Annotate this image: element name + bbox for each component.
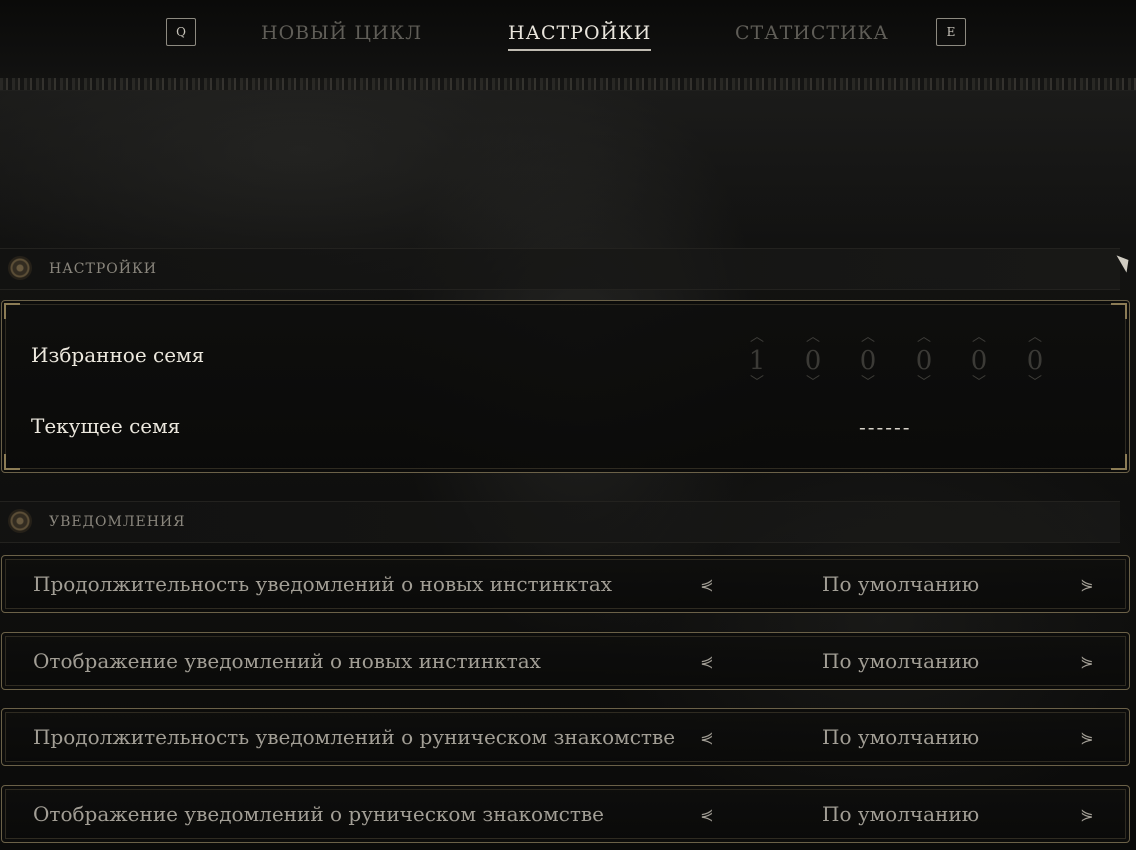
seed-digit-value: 0 xyxy=(1026,346,1044,376)
option-label: Отображение уведомлений о руническом зна… xyxy=(33,802,604,826)
notifications-section-header: УВЕДОМЛЕНИЯ xyxy=(0,501,1120,543)
seed-digit-value: 0 xyxy=(915,346,933,376)
double-chevron-left-icon[interactable]: ⋞ xyxy=(692,804,722,824)
header-backdrop xyxy=(0,90,1136,240)
corner-ornament xyxy=(1111,454,1127,470)
seed-digit-1[interactable]: ︿ 1 ﹀ xyxy=(742,330,772,390)
double-chevron-left-icon[interactable]: ⋞ xyxy=(692,574,722,594)
option-label: Продолжительность уведомлений о руническ… xyxy=(33,725,676,749)
seed-digit-4[interactable]: ︿ 0 ﹀ xyxy=(909,330,939,390)
chevron-down-icon[interactable]: ﹀ xyxy=(968,376,990,390)
seed-digit-value: 0 xyxy=(804,346,822,376)
ornate-circle-icon xyxy=(8,256,32,280)
chevron-up-icon[interactable]: ︿ xyxy=(968,330,990,344)
double-chevron-right-icon[interactable]: ⋟ xyxy=(1072,651,1102,671)
ornate-circle-icon xyxy=(8,509,32,533)
chevron-down-icon[interactable]: ﹀ xyxy=(913,376,935,390)
next-tab-key-hint[interactable]: E xyxy=(936,18,966,46)
seed-panel xyxy=(1,300,1130,473)
seed-digit-value: 0 xyxy=(859,346,877,376)
option-label: Отображение уведомлений о новых инстинкт… xyxy=(33,649,541,673)
section-title: НАСТРОЙКИ xyxy=(49,261,158,277)
chevron-down-icon[interactable]: ﹀ xyxy=(1024,376,1046,390)
tab-settings[interactable]: НАСТРОЙКИ xyxy=(508,22,652,51)
tab-new-cycle[interactable]: НОВЫЙ ЦИКЛ xyxy=(261,22,422,44)
chevron-up-icon[interactable]: ︿ xyxy=(746,330,768,344)
settings-section-header: НАСТРОЙКИ xyxy=(0,248,1120,290)
seed-digit-3[interactable]: ︿ 0 ﹀ xyxy=(853,330,883,390)
tab-statistics[interactable]: СТАТИСТИКА xyxy=(735,22,889,44)
corner-ornament xyxy=(1111,303,1127,319)
option-row[interactable]: Продолжительность уведомлений о руническ… xyxy=(1,708,1130,766)
seed-digit-5[interactable]: ︿ 0 ﹀ xyxy=(964,330,994,390)
option-value: По умолчанию xyxy=(822,649,980,673)
double-chevron-left-icon[interactable]: ⋞ xyxy=(692,651,722,671)
chevron-up-icon[interactable]: ︿ xyxy=(857,330,879,344)
current-seed-label: Текущее семя xyxy=(31,414,181,438)
chevron-down-icon[interactable]: ﹀ xyxy=(746,376,768,390)
option-value: По умолчанию xyxy=(822,725,980,749)
favorite-seed-label: Избранное семя xyxy=(31,343,205,367)
seed-digit-value: 0 xyxy=(970,346,988,376)
top-navigation: Q НОВЫЙ ЦИКЛ НАСТРОЙКИ СТАТИСТИКА E xyxy=(0,0,1136,80)
chevron-down-icon[interactable]: ﹀ xyxy=(857,376,879,390)
current-seed-value: ------ xyxy=(859,415,912,439)
chevron-up-icon[interactable]: ︿ xyxy=(913,330,935,344)
double-chevron-right-icon[interactable]: ⋟ xyxy=(1072,727,1102,747)
option-row[interactable]: Отображение уведомлений о новых инстинкт… xyxy=(1,632,1130,690)
seed-digit-6[interactable]: ︿ 0 ﹀ xyxy=(1020,330,1050,390)
double-chevron-right-icon[interactable]: ⋟ xyxy=(1072,804,1102,824)
option-value: По умолчанию xyxy=(822,572,980,596)
chevron-down-icon[interactable]: ﹀ xyxy=(802,376,824,390)
option-row[interactable]: Отображение уведомлений о руническом зна… xyxy=(1,785,1130,843)
double-chevron-right-icon[interactable]: ⋟ xyxy=(1072,574,1102,594)
section-title: УВЕДОМЛЕНИЯ xyxy=(49,514,186,530)
chevron-up-icon[interactable]: ︿ xyxy=(802,330,824,344)
seed-digit-value: 1 xyxy=(748,346,766,376)
chevron-up-icon[interactable]: ︿ xyxy=(1024,330,1046,344)
double-chevron-left-icon[interactable]: ⋞ xyxy=(692,727,722,747)
option-value: По умолчанию xyxy=(822,802,980,826)
prev-tab-key-hint[interactable]: Q xyxy=(166,18,196,46)
seed-digit-2[interactable]: ︿ 0 ﹀ xyxy=(798,330,828,390)
option-row[interactable]: Продолжительность уведомлений о новых ин… xyxy=(1,555,1130,613)
corner-ornament xyxy=(4,454,20,470)
corner-ornament xyxy=(4,303,20,319)
option-label: Продолжительность уведомлений о новых ин… xyxy=(33,572,613,596)
